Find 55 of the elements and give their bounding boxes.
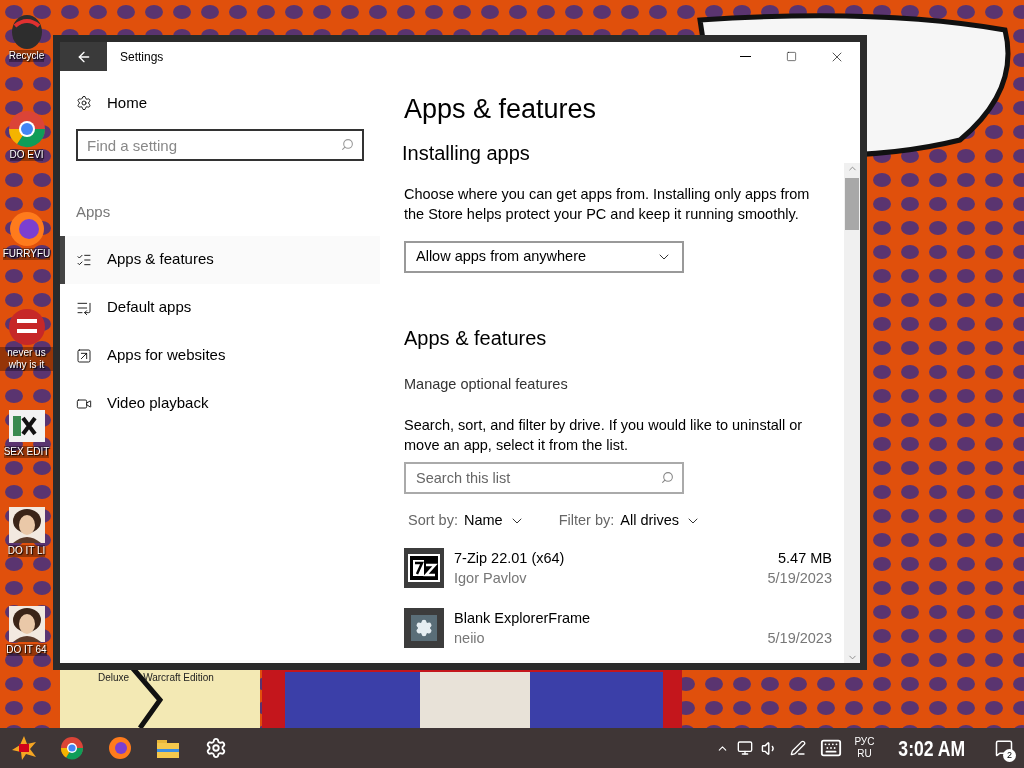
nav-item[interactable]: Default apps — [60, 283, 380, 332]
nav-item[interactable]: Video playback — [60, 379, 380, 428]
install-source-dropdown[interactable]: Allow apps from anywhere — [404, 241, 684, 273]
desktop-icon-label[interactable]: DO IT LI — [7, 545, 46, 557]
clock[interactable]: 3:02 AM — [898, 731, 966, 765]
desktop-icon-label[interactable]: DO IT 64 — [6, 644, 47, 656]
search-icon — [661, 470, 674, 484]
search-icon — [341, 138, 354, 151]
nav-item[interactable]: Apps & features — [60, 235, 380, 284]
maximize-icon — [785, 51, 797, 62]
archive-logo-icon — [408, 553, 440, 582]
back-button[interactable] — [60, 42, 107, 71]
fox-globe-icon[interactable] — [108, 736, 132, 760]
notifications-button[interactable]: 2 — [984, 728, 1024, 768]
filter-dropdown[interactable]: Filter by: All drives — [558, 509, 702, 532]
desktop-icon-label[interactable]: Deluxe — [98, 672, 130, 684]
description-text: Search, sort, and filter by drive. If you would like to uninstall or move an app, select it from the list. — [404, 415, 804, 455]
network-icon[interactable] — [737, 740, 754, 756]
desktop-icon-label[interactable]: FURRYFU — [2, 248, 51, 260]
gear-icon — [415, 618, 433, 637]
pen-icon[interactable] — [790, 740, 807, 756]
window-title: Settings — [120, 48, 164, 66]
sort-dropdown[interactable]: Sort by: Name — [408, 509, 525, 532]
desktop-icon-label[interactable]: never us why is it — [0, 347, 53, 371]
home-link[interactable]: Home — [107, 91, 147, 115]
portrait-icon — [6, 505, 47, 545]
browser-icon — [6, 109, 47, 149]
app-list-item[interactable]: 7-Zip 22.01 (x64) Igor Pavlov 5.47 MB 5/19/2023 — [404, 547, 832, 588]
message-icon — [995, 739, 1013, 757]
desktop-icon-label[interactable]: SEX EDIT — [3, 446, 50, 458]
optional-features-link[interactable]: Manage optional features — [404, 374, 568, 396]
app-list-item[interactable]: Blank ExplorerFrame neiio 5/19/2023 — [404, 607, 832, 648]
scroll-thumb[interactable] — [845, 178, 859, 230]
folder-icon[interactable] — [156, 737, 180, 759]
minimize-icon — [739, 56, 751, 57]
notification-count: 2 — [1003, 749, 1016, 762]
section-heading: Apps & features — [404, 326, 547, 351]
settings-icon[interactable] — [205, 737, 227, 759]
portrait-icon — [6, 604, 47, 644]
settings-icon — [76, 95, 92, 111]
page-title: Apps & features — [404, 93, 597, 126]
starburst-icon[interactable] — [11, 735, 37, 761]
section-heading: Installing apps — [402, 141, 530, 166]
nav-item[interactable]: Apps for websites — [60, 331, 380, 380]
scrollbar[interactable] — [844, 163, 860, 663]
search-field[interactable]: Find a setting — [76, 129, 364, 161]
desktop-icon-label[interactable]: Recycle — [8, 50, 45, 62]
browser-icon[interactable] — [60, 736, 84, 760]
desktop-icon-label[interactable]: DO EVI — [9, 149, 44, 161]
section-heading: Apps — [76, 202, 111, 222]
keyboard-icon[interactable] — [820, 737, 843, 759]
desktop-icon-label[interactable]: Warcraft Edition — [143, 672, 214, 684]
search-list-field[interactable]: Search this list — [404, 461, 684, 494]
language-indicator[interactable]: РУС RU — [854, 736, 875, 760]
description-text: Choose where you can get apps from. Installing only apps from the Store helps protect your PC and keep it running smoothly. — [404, 185, 811, 224]
